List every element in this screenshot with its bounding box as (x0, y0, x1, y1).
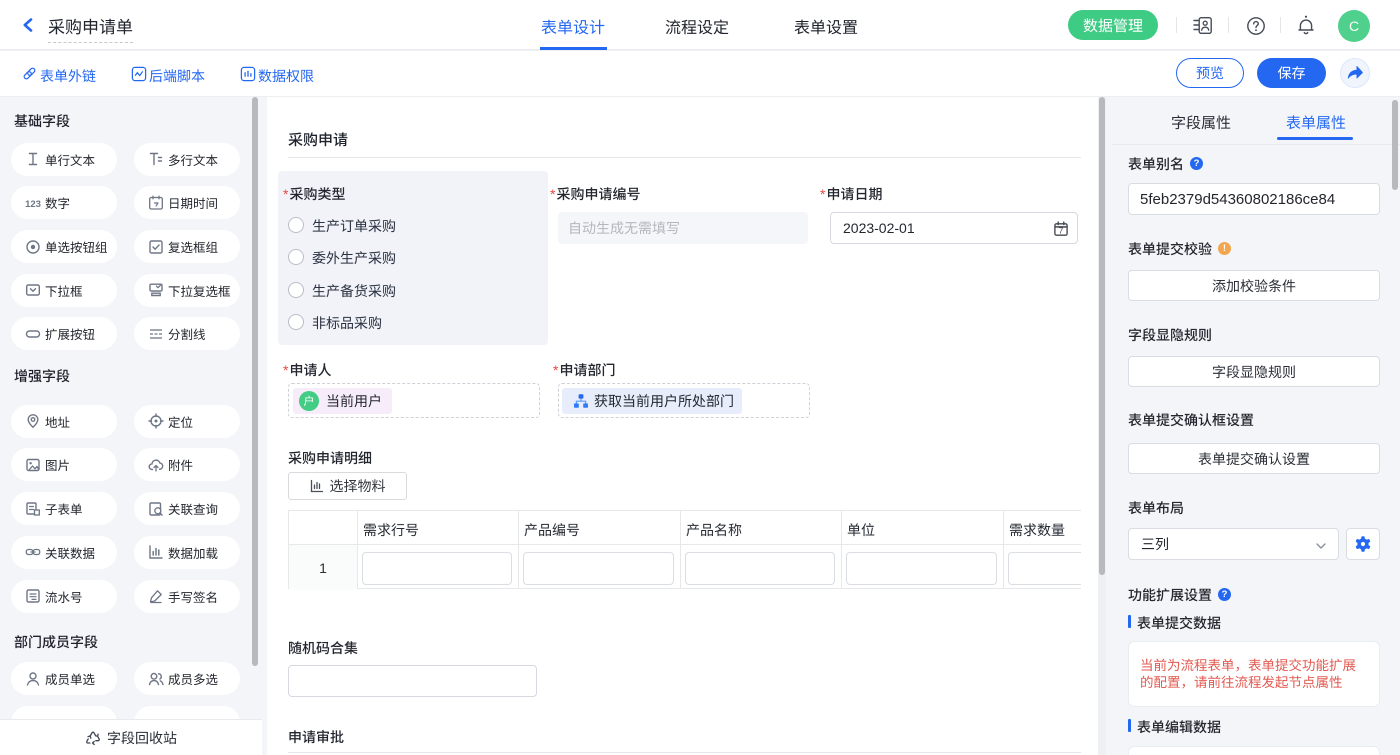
svg-text:123: 123 (25, 199, 41, 210)
svg-text:7: 7 (1059, 225, 1064, 235)
